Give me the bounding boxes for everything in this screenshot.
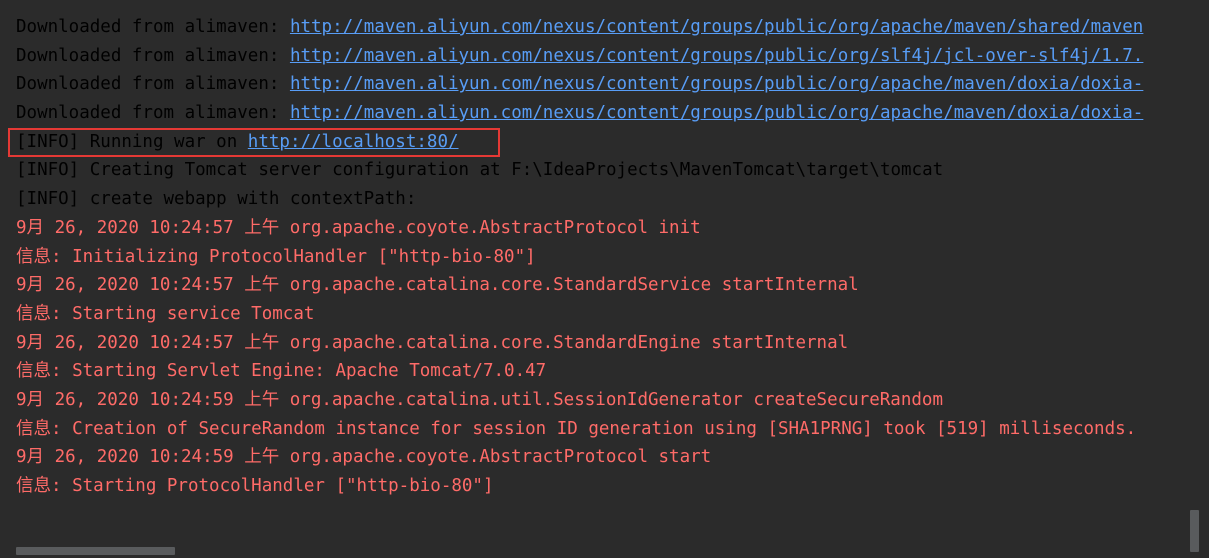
horizontal-scrollbar[interactable]	[0, 544, 1190, 558]
line-text: 信息: Creation of SecureRandom instance fo…	[16, 418, 1137, 439]
console-output: Downloaded from alimaven: http://maven.a…	[16, 13, 1189, 501]
download-link[interactable]: http://maven.aliyun.com/nexus/content/gr…	[290, 74, 1143, 94]
download-link[interactable]: http://maven.aliyun.com/nexus/content/gr…	[290, 103, 1143, 123]
console-line-stderr: 9月 26, 2020 10:24:57 上午 org.apache.catal…	[16, 271, 1189, 300]
vertical-scrollbar-thumb[interactable]	[1190, 510, 1199, 552]
console-line-running-war: [INFO] Running war on http://localhost:8…	[16, 128, 1189, 157]
console-line: Downloaded from alimaven: http://maven.a…	[16, 99, 1189, 128]
console-line-stderr: 信息: Starting Servlet Engine: Apache Tomc…	[16, 357, 1189, 386]
console-line-stderr: 信息: Initializing ProtocolHandler ["http-…	[16, 243, 1189, 272]
run-console[interactable]: Downloaded from alimaven: http://maven.a…	[0, 0, 1209, 558]
download-link[interactable]: http://maven.aliyun.com/nexus/content/gr…	[290, 17, 1143, 37]
console-line-stderr: 9月 26, 2020 10:24:57 上午 org.apache.catal…	[16, 329, 1189, 358]
console-line-stderr: 9月 26, 2020 10:24:59 上午 org.apache.catal…	[16, 386, 1189, 415]
localhost-link[interactable]: http://localhost:80/	[248, 132, 459, 152]
console-line: Downloaded from alimaven: http://maven.a…	[16, 13, 1189, 42]
console-line-stderr: 9月 26, 2020 10:24:59 上午 org.apache.coyot…	[16, 443, 1189, 472]
console-line: [INFO] create webapp with contextPath:	[16, 185, 1189, 214]
line-text: 信息: Initializing ProtocolHandler ["http-…	[16, 246, 536, 267]
vertical-scrollbar[interactable]	[1189, 0, 1209, 558]
line-text: 9月 26, 2020 10:24:59 上午 org.apache.coyot…	[16, 447, 712, 468]
line-text: [INFO] create webapp with contextPath:	[16, 189, 417, 210]
console-line: [INFO] Creating Tomcat server configurat…	[16, 156, 1189, 185]
console-line-stderr: 9月 26, 2020 10:24:57 上午 org.apache.coyot…	[16, 214, 1189, 243]
line-text: [INFO] Running war on	[16, 131, 248, 152]
line-text: 9月 26, 2020 10:24:57 上午 org.apache.catal…	[16, 275, 859, 296]
line-text: Downloaded from alimaven:	[16, 45, 290, 66]
line-text: 信息: Starting service Tomcat	[16, 303, 315, 324]
line-text: 9月 26, 2020 10:24:59 上午 org.apache.catal…	[16, 389, 943, 410]
download-link[interactable]: http://maven.aliyun.com/nexus/content/gr…	[290, 46, 1143, 66]
line-text: [INFO] Creating Tomcat server configurat…	[16, 160, 944, 181]
console-line-stderr: 信息: Starting ProtocolHandler ["http-bio-…	[16, 472, 1189, 501]
console-line-stderr: 信息: Starting service Tomcat	[16, 300, 1189, 329]
line-text: 信息: Starting ProtocolHandler ["http-bio-…	[16, 476, 494, 496]
horizontal-scrollbar-thumb[interactable]	[16, 547, 175, 555]
line-text: 信息: Starting Servlet Engine: Apache Tomc…	[16, 361, 547, 382]
line-text: Downloaded from alimaven:	[16, 17, 290, 37]
line-text: Downloaded from alimaven:	[16, 103, 290, 124]
clipped-previous-line	[16, 0, 1191, 6]
line-text: 9月 26, 2020 10:24:57 上午 org.apache.catal…	[16, 332, 849, 353]
line-text: Downloaded from alimaven:	[16, 74, 290, 95]
line-text: 9月 26, 2020 10:24:57 上午 org.apache.coyot…	[16, 217, 701, 238]
console-line: Downloaded from alimaven: http://maven.a…	[16, 70, 1189, 99]
console-line: Downloaded from alimaven: http://maven.a…	[16, 42, 1189, 71]
console-line-stderr: 信息: Creation of SecureRandom instance fo…	[16, 415, 1189, 444]
